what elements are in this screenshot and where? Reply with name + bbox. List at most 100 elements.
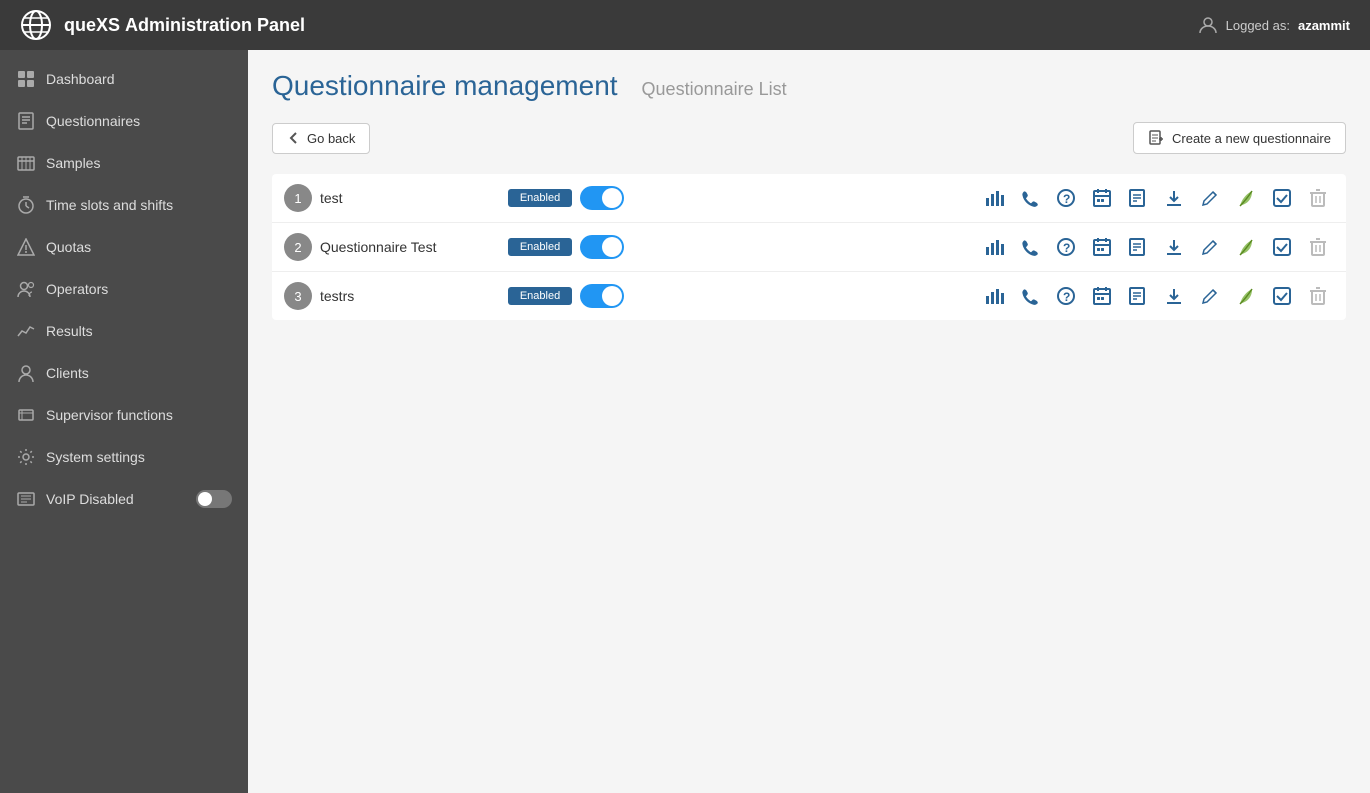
checkbox-icon[interactable] <box>1266 280 1298 312</box>
edit-icon[interactable] <box>1194 231 1226 263</box>
stats-icon[interactable] <box>978 182 1010 214</box>
sidebar: Dashboard Questionnaires <box>0 50 248 793</box>
document-icon <box>1148 130 1164 146</box>
sidebar-item-operators[interactable]: Operators <box>0 268 248 310</box>
stats-icon[interactable] <box>978 280 1010 312</box>
table-row: 3 testrs Enabled <box>272 272 1346 320</box>
sidebar-item-label: Supervisor functions <box>46 407 232 423</box>
help-icon[interactable]: ? <box>1050 280 1082 312</box>
stats-icon[interactable] <box>978 231 1010 263</box>
checkbox-icon[interactable] <box>1266 182 1298 214</box>
edit-icon[interactable] <box>1194 182 1226 214</box>
calendar-icon[interactable] <box>1086 231 1118 263</box>
go-back-button[interactable]: Go back <box>272 123 370 154</box>
samples-icon <box>16 153 36 173</box>
quotas-icon <box>16 237 36 257</box>
voip-icon <box>16 489 36 509</box>
sidebar-item-label: Results <box>46 323 232 339</box>
download-icon[interactable] <box>1158 280 1190 312</box>
sidebar-item-results[interactable]: Results <box>0 310 248 352</box>
globe-icon <box>20 9 52 41</box>
sidebar-item-label: Dashboard <box>46 71 232 87</box>
sidebar-item-label: Samples <box>46 155 232 171</box>
notes-icon[interactable] <box>1122 231 1154 263</box>
page-title: Questionnaire management <box>272 70 618 102</box>
phone-icon[interactable] <box>1014 231 1046 263</box>
checkbox-icon[interactable] <box>1266 231 1298 263</box>
toolbar: Go back Create a new questionnaire <box>272 122 1346 154</box>
download-icon[interactable] <box>1158 231 1190 263</box>
sidebar-item-questionnaires[interactable]: Questionnaires <box>0 100 248 142</box>
status-badge: Enabled <box>508 189 572 207</box>
sidebar-item-clients[interactable]: Clients <box>0 352 248 394</box>
create-questionnaire-button[interactable]: Create a new questionnaire <box>1133 122 1346 154</box>
leaf-icon[interactable] <box>1230 182 1262 214</box>
sidebar-item-supervisor[interactable]: Supervisor functions <box>0 394 248 436</box>
sidebar-item-system[interactable]: System settings <box>0 436 248 478</box>
main-content: Questionnaire management Questionnaire L… <box>248 50 1370 793</box>
svg-text:?: ? <box>1063 290 1070 304</box>
table-row: 2 Questionnaire Test Enabled <box>272 223 1346 272</box>
action-icons: ? <box>632 182 1334 214</box>
results-icon <box>16 321 36 341</box>
user-icon <box>1198 15 1218 35</box>
header-left: queXS Administration Panel <box>20 9 305 41</box>
edit-icon[interactable] <box>1194 280 1226 312</box>
sidebar-item-quotas[interactable]: Quotas <box>0 226 248 268</box>
sidebar-item-samples[interactable]: Samples <box>0 142 248 184</box>
supervisor-icon <box>16 405 36 425</box>
help-icon[interactable]: ? <box>1050 182 1082 214</box>
active-toggle[interactable] <box>580 235 624 259</box>
delete-icon[interactable] <box>1302 182 1334 214</box>
questionnaire-list: 1 test Enabled <box>272 174 1346 320</box>
delete-icon[interactable] <box>1302 231 1334 263</box>
row-number: 3 <box>284 282 312 310</box>
dashboard-icon <box>16 69 36 89</box>
sidebar-item-dashboard[interactable]: Dashboard <box>0 58 248 100</box>
active-toggle[interactable] <box>580 284 624 308</box>
sidebar-item-voip[interactable]: VoIP Disabled <box>0 478 248 520</box>
active-toggle[interactable] <box>580 186 624 210</box>
voip-toggle[interactable] <box>196 490 232 508</box>
phone-icon[interactable] <box>1014 182 1046 214</box>
timeslots-icon <box>16 195 36 215</box>
header-user: Logged as: azammit <box>1198 15 1350 35</box>
table-row: 1 test Enabled <box>272 174 1346 223</box>
sidebar-item-label: Operators <box>46 281 232 297</box>
leaf-icon[interactable] <box>1230 231 1262 263</box>
sidebar-item-label: Time slots and shifts <box>46 197 232 213</box>
leaf-icon[interactable] <box>1230 280 1262 312</box>
questionnaire-name: test <box>320 190 500 206</box>
sidebar-item-label: Clients <box>46 365 232 381</box>
questionnaire-name: testrs <box>320 288 500 304</box>
svg-text:?: ? <box>1063 241 1070 255</box>
action-icons: ? <box>632 280 1334 312</box>
phone-icon[interactable] <box>1014 280 1046 312</box>
svg-text:?: ? <box>1063 192 1070 206</box>
status-badge: Enabled <box>508 287 572 305</box>
delete-icon[interactable] <box>1302 280 1334 312</box>
sidebar-item-timeslots[interactable]: Time slots and shifts <box>0 184 248 226</box>
status-badge: Enabled <box>508 238 572 256</box>
settings-icon <box>16 447 36 467</box>
download-icon[interactable] <box>1158 182 1190 214</box>
sidebar-item-label: Quotas <box>46 239 232 255</box>
sidebar-item-label: System settings <box>46 449 232 465</box>
header-title: queXS Administration Panel <box>64 15 305 36</box>
notes-icon[interactable] <box>1122 280 1154 312</box>
calendar-icon[interactable] <box>1086 182 1118 214</box>
questionnaires-icon <box>16 111 36 131</box>
notes-icon[interactable] <box>1122 182 1154 214</box>
page-subtitle: Questionnaire List <box>642 79 787 100</box>
row-number: 1 <box>284 184 312 212</box>
action-icons: ? <box>632 231 1334 263</box>
calendar-icon[interactable] <box>1086 280 1118 312</box>
sidebar-item-label: VoIP Disabled <box>46 491 186 507</box>
clients-icon <box>16 363 36 383</box>
app-header: queXS Administration Panel Logged as: az… <box>0 0 1370 50</box>
questionnaire-name: Questionnaire Test <box>320 239 500 255</box>
chevron-left-icon <box>287 131 301 145</box>
help-icon[interactable]: ? <box>1050 231 1082 263</box>
sidebar-item-label: Questionnaires <box>46 113 232 129</box>
page-header: Questionnaire management Questionnaire L… <box>272 70 1346 102</box>
